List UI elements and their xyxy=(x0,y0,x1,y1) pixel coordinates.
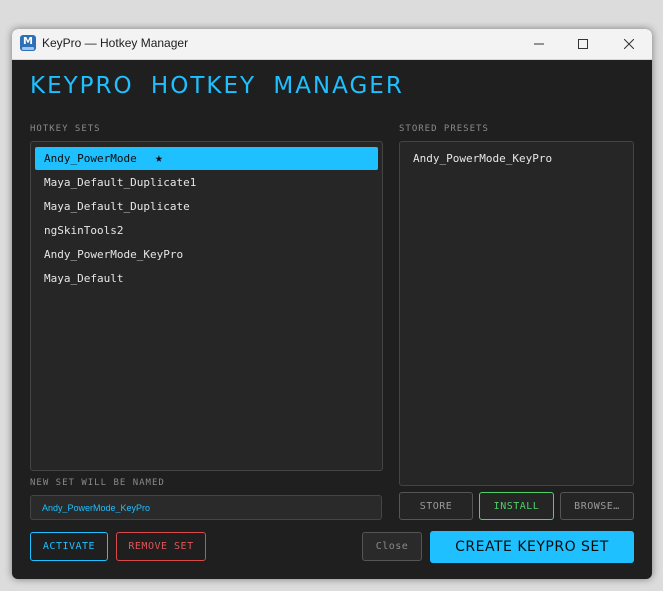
list-item[interactable]: Maya_Default_Duplicate1 xyxy=(35,171,378,194)
list-item[interactable]: Maya_Default_Duplicate xyxy=(35,195,378,218)
hotkey-sets-list[interactable]: Andy_PowerMode ★ Maya_Default_Duplicate1… xyxy=(30,141,383,471)
list-item[interactable]: Andy_PowerMode_KeyPro xyxy=(404,147,629,170)
list-item-label: Andy_PowerMode xyxy=(44,152,137,165)
list-item-label: Andy_PowerMode_KeyPro xyxy=(413,152,553,165)
window-title: KeyPro — Hotkey Manager xyxy=(42,36,189,50)
maximize-icon xyxy=(578,39,588,49)
close-button[interactable]: Close xyxy=(362,532,422,561)
maximize-button[interactable] xyxy=(560,29,606,59)
page-title: KEYPRO HOTKEY MANAGER xyxy=(30,73,404,99)
new-set-label: NEW SET WILL BE NAMED xyxy=(30,478,165,488)
list-item[interactable]: ngSkinTools2 xyxy=(35,219,378,242)
list-item-label: Andy_PowerMode_KeyPro xyxy=(44,248,184,261)
remove-set-button[interactable]: REMOVE SET xyxy=(116,532,206,561)
install-button[interactable]: INSTALL xyxy=(479,492,554,520)
minimize-button[interactable] xyxy=(516,29,562,59)
list-item[interactable]: Andy_PowerMode ★ xyxy=(35,147,378,170)
title-bar[interactable]: M KeyPro — Hotkey Manager xyxy=(12,29,652,60)
app-icon-letter: M xyxy=(23,36,33,47)
list-item[interactable]: Maya_Default xyxy=(35,267,378,290)
activate-button[interactable]: ACTIVATE xyxy=(30,532,108,561)
star-icon: ★ xyxy=(155,151,163,166)
stored-presets-list[interactable]: Andy_PowerMode_KeyPro xyxy=(399,141,634,486)
list-item[interactable]: Andy_PowerMode_KeyPro xyxy=(35,243,378,266)
list-item-label: Maya_Default_Duplicate1 xyxy=(44,176,197,189)
browse-button[interactable]: BROWSE… xyxy=(560,492,634,520)
app-window: M KeyPro — Hotkey Manager KEYPRO HOTKEY … xyxy=(12,29,652,579)
list-item-label: Maya_Default_Duplicate xyxy=(44,200,190,213)
hotkey-sets-label: HOTKEY SETS xyxy=(30,124,101,134)
app-icon: M xyxy=(20,35,36,51)
minimize-icon xyxy=(534,43,544,45)
list-item-label: Maya_Default xyxy=(44,272,124,285)
close-window-button[interactable] xyxy=(606,29,652,59)
new-set-name-input[interactable] xyxy=(30,495,382,520)
close-icon xyxy=(624,39,634,49)
list-item-label: ngSkinTools2 xyxy=(44,224,124,237)
create-keypro-set-button[interactable]: CREATE KEYPRO SET xyxy=(430,531,634,563)
store-button[interactable]: STORE xyxy=(399,492,473,520)
stored-presets-label: STORED PRESETS xyxy=(399,124,489,134)
